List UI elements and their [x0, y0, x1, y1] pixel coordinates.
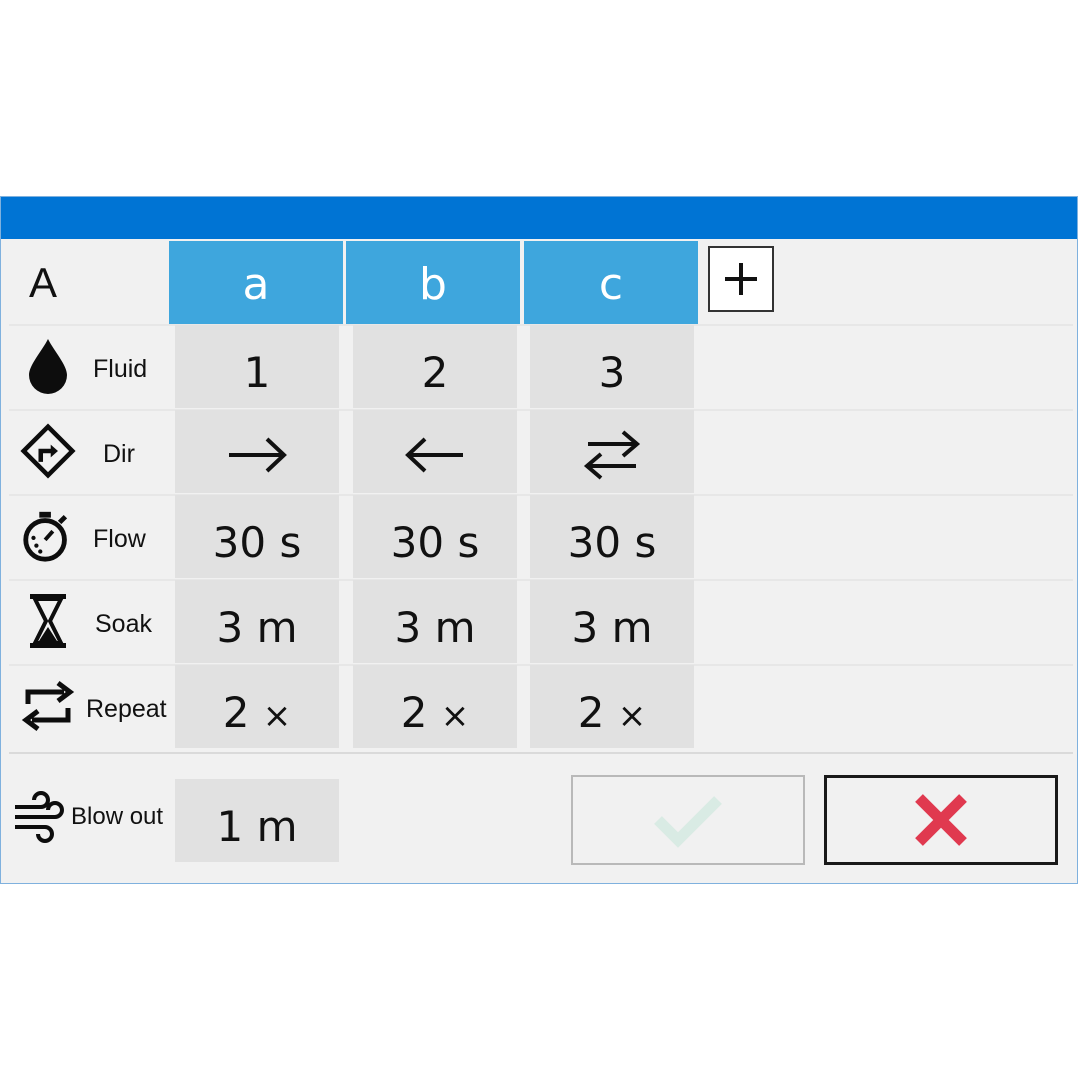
repeat-count: 2 [577, 688, 605, 737]
checkmark-icon [654, 796, 722, 848]
program-name: A [29, 259, 58, 306]
row-label-repeat: Repeat [9, 665, 169, 750]
soak-cell-b[interactable]: 3 m [353, 580, 517, 663]
repeat-times-sign: × [262, 696, 292, 736]
section-divider [9, 752, 1073, 754]
add-column-button[interactable] [708, 246, 774, 312]
soak-cell-a[interactable]: 3 m [175, 580, 339, 663]
repeat-count: 2 [400, 688, 428, 737]
close-icon [915, 794, 967, 846]
row-label-text: Flow [93, 525, 146, 553]
row-label-text: Soak [95, 610, 152, 638]
wind-icon [11, 789, 67, 849]
row-label-text: Dir [103, 440, 135, 468]
flow-cell-b[interactable]: 30 s [353, 495, 517, 578]
repeat-cell-c[interactable]: 2 × [530, 665, 694, 748]
row-label-fluid: Fluid [9, 325, 169, 410]
row-label-text: Repeat [86, 695, 167, 723]
row-label-soak: Soak [9, 580, 169, 665]
fluid-cell-b[interactable]: 2 [353, 325, 517, 408]
flow-cell-c[interactable]: 30 s [530, 495, 694, 578]
confirm-button[interactable] [571, 775, 805, 865]
column-header-b[interactable]: b [346, 241, 520, 324]
program-editor-window: A a b c Fluid 1 2 3 Dir Flow 30 s 30 s 3… [0, 196, 1078, 884]
title-bar [1, 197, 1077, 239]
row-label-text: Fluid [93, 355, 148, 383]
flow-cell-a[interactable]: 30 s [175, 495, 339, 578]
row-label-dir: Dir [9, 410, 169, 495]
repeat-icon [19, 677, 77, 735]
repeat-cell-b[interactable]: 2 × [353, 665, 517, 748]
blowout-value-cell[interactable]: 1 m [175, 779, 339, 862]
dir-cell-a[interactable] [175, 410, 339, 493]
direction-sign-icon [19, 422, 77, 480]
arrow-right-icon [229, 437, 287, 473]
blowout-label-text: Blow out [71, 803, 164, 830]
repeat-count: 2 [222, 688, 250, 737]
column-header-c[interactable]: c [524, 241, 698, 324]
hourglass-icon [19, 592, 77, 650]
blowout-label: Blow out [9, 787, 174, 851]
repeat-times-sign: × [617, 696, 647, 736]
repeat-cell-a[interactable]: 2 × [175, 665, 339, 748]
plus-icon [725, 263, 757, 295]
column-header-a[interactable]: a [169, 241, 343, 324]
row-label-flow: Flow [9, 495, 169, 580]
cancel-button[interactable] [824, 775, 1058, 865]
arrow-both-ways-icon [583, 430, 641, 480]
dir-cell-c[interactable] [530, 410, 694, 493]
drop-icon [19, 337, 77, 395]
fluid-cell-c[interactable]: 3 [530, 325, 694, 408]
stopwatch-icon [19, 507, 77, 565]
fluid-cell-a[interactable]: 1 [175, 325, 339, 408]
dir-cell-b[interactable] [353, 410, 517, 493]
soak-cell-c[interactable]: 3 m [530, 580, 694, 663]
arrow-left-icon [405, 437, 463, 473]
repeat-times-sign: × [440, 696, 470, 736]
